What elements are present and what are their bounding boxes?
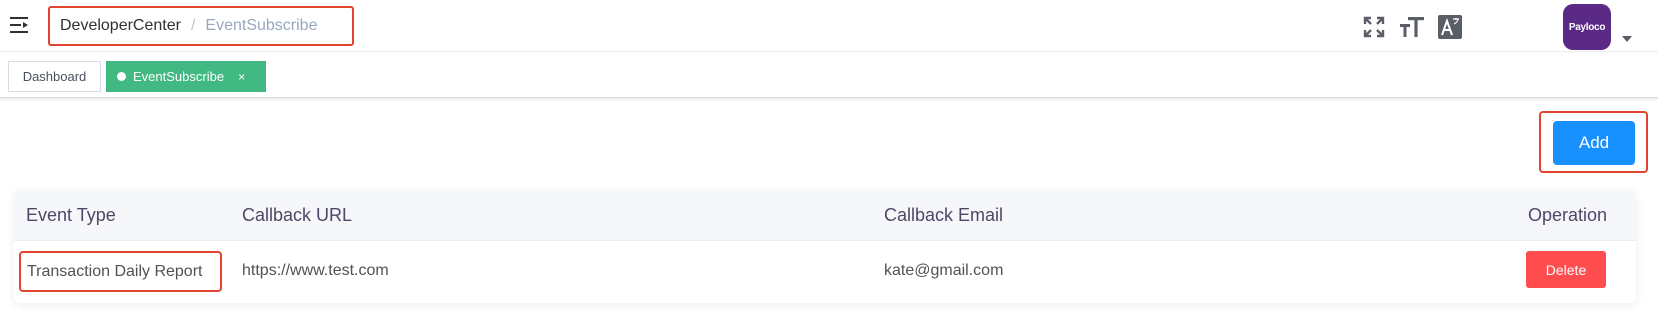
column-header-operation: Operation (1528, 205, 1608, 225)
tab-label: Dashboard (22, 69, 87, 84)
add-button[interactable]: Add (1553, 121, 1635, 165)
breadcrumb: DeveloperCenter / EventSubscribe (48, 6, 354, 46)
event-type-value: Transaction Daily Report (27, 262, 203, 280)
caret-down-icon[interactable] (1622, 36, 1632, 42)
active-dot-icon (117, 72, 126, 81)
tab-dashboard[interactable]: Dashboard (8, 61, 101, 92)
column-header-event-type: Event Type (26, 205, 116, 225)
column-header-callback-url: Callback URL (242, 205, 353, 225)
event-type-cell: Transaction Daily Report (19, 251, 222, 292)
add-button-highlight: Add (1539, 111, 1648, 173)
breadcrumb-item-current: EventSubscribe (205, 17, 318, 34)
tab-label: EventSubscribe (133, 69, 225, 84)
fullscreen-icon[interactable] (1361, 14, 1387, 40)
translate-icon[interactable] (1437, 14, 1463, 40)
avatar[interactable]: Payloco (1563, 4, 1611, 50)
hamburger-menu-icon[interactable] (10, 16, 30, 34)
callback-email-value: kate@gmail.com (884, 262, 1004, 279)
breadcrumb-separator: / (190, 17, 196, 34)
subscription-table: Event Type Callback URL Callback Email O… (14, 190, 1636, 303)
callback-url-value: https://www.test.com (242, 262, 389, 279)
tags-view: Dashboard EventSubscribe × (0, 53, 1658, 98)
avatar-logo-text: Payloco (1568, 21, 1606, 33)
close-icon[interactable]: × (238, 70, 245, 84)
column-header-callback-email: Callback Email (884, 205, 1004, 225)
table-header: Event Type Callback URL Callback Email O… (14, 190, 1636, 241)
delete-button[interactable]: Delete (1526, 251, 1606, 288)
tab-event-subscribe[interactable]: EventSubscribe × (106, 61, 266, 92)
navbar: DeveloperCenter / EventSubscribe Payloco (0, 0, 1658, 52)
breadcrumb-item-developer-center[interactable]: DeveloperCenter (60, 17, 181, 35)
font-size-icon[interactable] (1399, 14, 1425, 40)
